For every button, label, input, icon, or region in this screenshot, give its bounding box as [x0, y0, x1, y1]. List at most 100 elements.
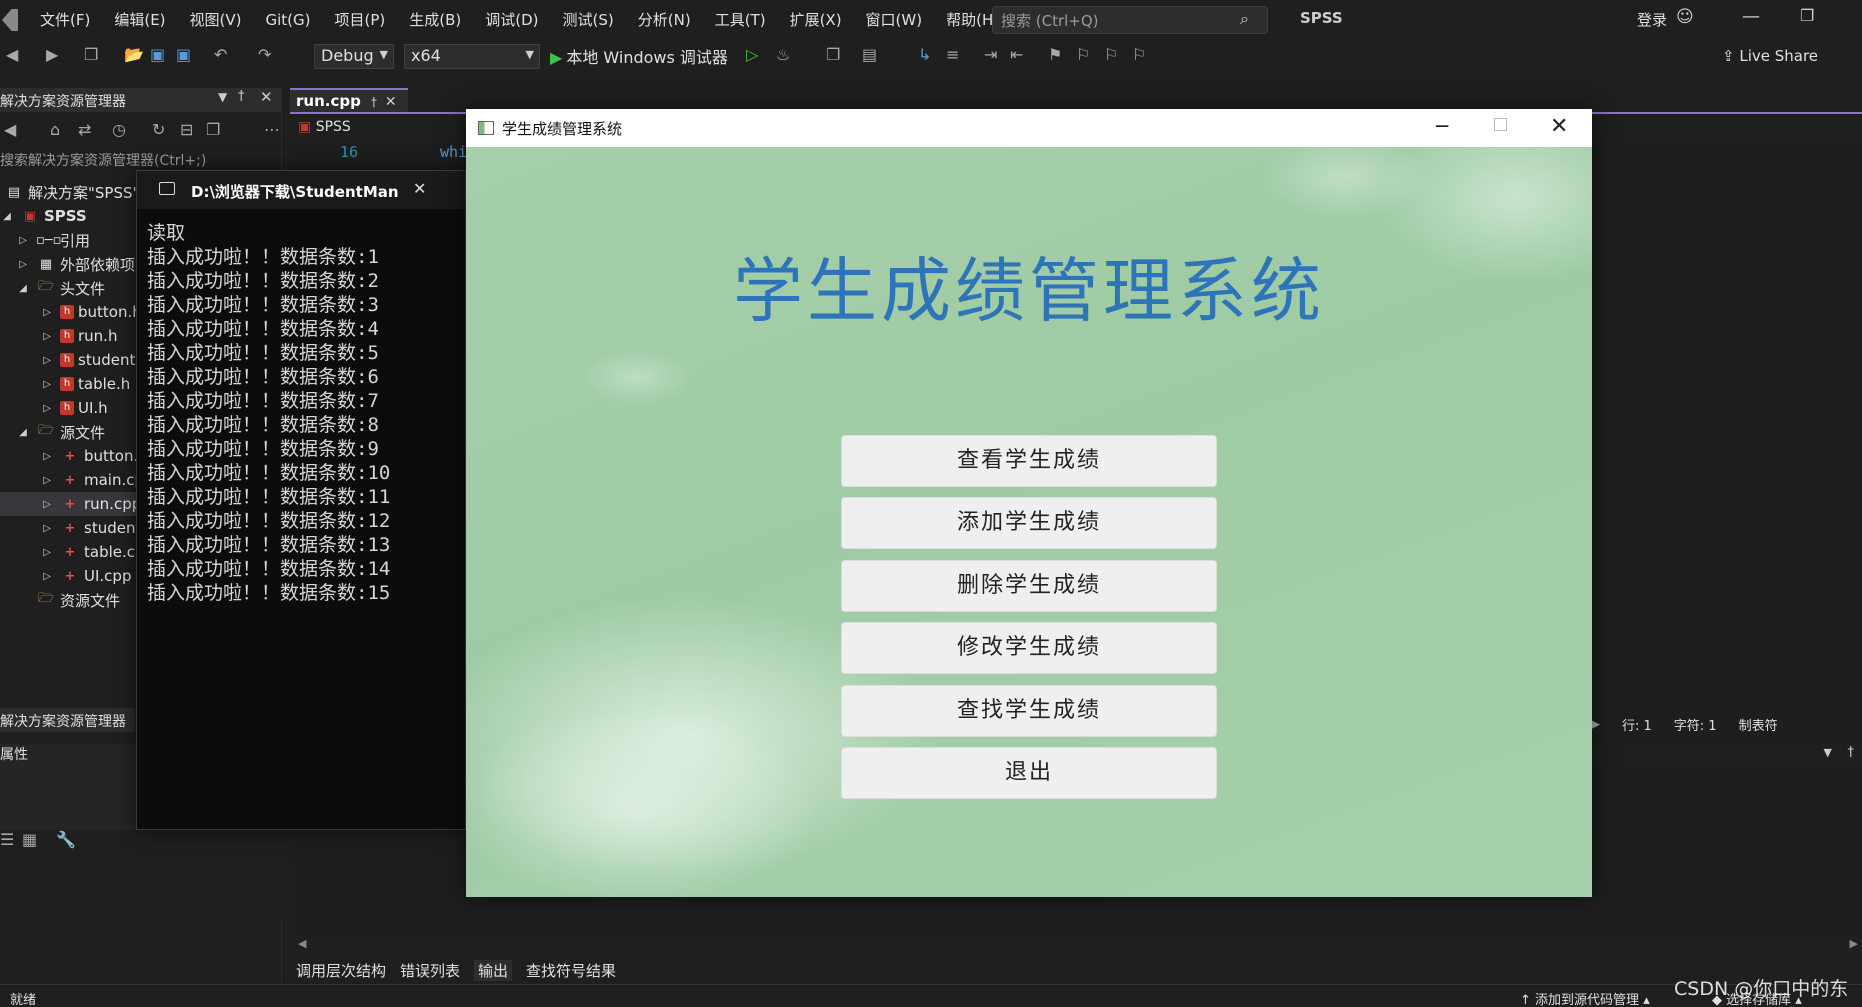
collapsed-arrow-icon[interactable]: ▷	[40, 331, 54, 342]
app-window[interactable]: 学生成绩管理系统 ─ ✕ 学生成绩管理系统 查看学生成绩 添加学生成绩 删除学生…	[466, 109, 1592, 897]
close-icon[interactable]: ✕	[260, 88, 273, 106]
dropdown-icon[interactable]: ▼	[1824, 746, 1832, 759]
tab-indicator[interactable]: 制表符	[1739, 715, 1778, 734]
collapsed-arrow-icon[interactable]: ▷	[40, 499, 54, 510]
prev-bookmark-icon[interactable]: ⚐	[1076, 45, 1090, 64]
tree-resources-folder[interactable]: 🗁 资源文件	[30, 588, 120, 612]
dropdown-icon[interactable]: ▼	[218, 90, 227, 104]
menu-test[interactable]: 测试(S)	[551, 0, 626, 40]
categorized-icon[interactable]: ☰	[0, 830, 14, 849]
undo-icon[interactable]: ↶	[214, 45, 227, 64]
redo-icon[interactable]: ↷	[258, 45, 271, 64]
pin-icon[interactable]: †	[1848, 745, 1855, 760]
pin-icon[interactable]: †	[238, 89, 245, 104]
exit-button[interactable]: 退出	[841, 747, 1217, 799]
console-window[interactable]: D:\浏览器下载\StudentMan ✕ 读取 插入成功啦！！数据条数:1 插入成…	[136, 170, 466, 830]
close-icon[interactable]: ✕	[1550, 114, 1568, 139]
add-to-source-control[interactable]: ↑ 添加到源代码管理 ▴	[1520, 989, 1650, 1007]
tree-sources-folder[interactable]: ◢ 🗁 源文件	[16, 420, 105, 444]
tree-references[interactable]: ▷ ▫─▫ 引用	[16, 228, 90, 252]
tree-project[interactable]: ◢ ▣ SPSS	[0, 204, 87, 228]
collapsed-arrow-icon[interactable]: ▷	[40, 307, 54, 318]
collapsed-arrow-icon[interactable]: ▷	[40, 379, 54, 390]
back-icon[interactable]: ◀	[6, 45, 18, 64]
save-all-icon[interactable]: ▣	[176, 45, 191, 64]
scroll-right-icon[interactable]: ▶	[1850, 937, 1858, 950]
indent-icon[interactable]: ⇥	[984, 45, 997, 64]
alphabetical-icon[interactable]: ▦	[22, 830, 37, 849]
live-share-button[interactable]: ⇪ Live Share	[1722, 47, 1818, 65]
tree-file[interactable]: ▷ h student.h	[40, 348, 149, 372]
maximize-icon[interactable]	[1494, 118, 1507, 131]
forward-icon[interactable]: ▶	[46, 45, 58, 64]
pin-icon[interactable]: †	[371, 95, 377, 109]
browse-icon[interactable]: ❐	[826, 45, 840, 64]
delete-score-button[interactable]: 删除学生成绩	[841, 560, 1217, 612]
tree-solution[interactable]: ▤ 解决方案"SPSS"	[0, 180, 140, 204]
account-icon[interactable]: ☺	[1676, 7, 1694, 27]
collapsed-arrow-icon[interactable]: ▷	[40, 355, 54, 366]
menu-analyze[interactable]: 分析(N)	[626, 0, 703, 40]
collapsed-arrow-icon[interactable]: ▷	[40, 451, 54, 462]
tab-find-symbol[interactable]: 查找符号结果	[526, 960, 616, 981]
expanded-arrow-icon[interactable]: ◢	[16, 283, 30, 294]
menu-project[interactable]: 项目(P)	[323, 0, 398, 40]
app-titlebar[interactable]: 学生成绩管理系统 ─ ✕	[466, 109, 1592, 147]
collapsed-arrow-icon[interactable]: ▷	[16, 235, 30, 246]
bookmark-icon[interactable]: ⚑	[1048, 45, 1062, 64]
collapsed-arrow-icon[interactable]: ▷	[40, 547, 54, 558]
tree-file[interactable]: ▷ h table.h	[40, 372, 130, 396]
home-icon[interactable]: ⌂	[50, 120, 60, 139]
next-bookmark-icon[interactable]: ⚐	[1104, 45, 1118, 64]
more-icon[interactable]: ⋯	[264, 120, 280, 139]
clear-bookmark-icon[interactable]: ⚐	[1132, 45, 1146, 64]
save-icon[interactable]: ▣	[150, 45, 165, 64]
tab-call-hierarchy[interactable]: 调用层次结构	[296, 960, 386, 981]
tab-error-list[interactable]: 错误列表	[400, 960, 460, 981]
platform-select[interactable]: x64 ▼	[404, 44, 540, 69]
menu-view[interactable]: 视图(V)	[178, 0, 254, 40]
solution-search-input[interactable]: 搜索解决方案资源管理器(Ctrl+;)	[0, 150, 270, 172]
tab-output[interactable]: 输出	[474, 959, 513, 981]
open-folder-icon[interactable]: 📂	[124, 45, 144, 64]
hot-reload-icon[interactable]: ♨	[776, 45, 790, 64]
tab-run-cpp[interactable]: run.cpp † ✕	[290, 88, 408, 113]
collapsed-arrow-icon[interactable]: ▷	[16, 259, 30, 270]
switch-views-icon[interactable]: ⇄	[78, 120, 91, 139]
step-over-icon[interactable]: ≡	[946, 45, 959, 64]
tree-headers-folder[interactable]: ◢ 🗁 头文件	[16, 276, 105, 300]
configuration-select[interactable]: Debug ▼	[314, 44, 394, 69]
refresh-icon[interactable]: ↻	[152, 120, 165, 139]
close-icon[interactable]: ✕	[413, 179, 426, 198]
collapse-all-icon[interactable]: ⊟	[180, 120, 193, 139]
collapsed-arrow-icon[interactable]: ▷	[40, 475, 54, 486]
minimize-icon[interactable]: —	[1742, 6, 1760, 27]
back-icon[interactable]: ◀	[4, 120, 16, 139]
step-icon[interactable]: ↳	[918, 45, 931, 64]
view-scores-button[interactable]: 查看学生成绩	[841, 435, 1217, 487]
login-link[interactable]: 登录	[1637, 9, 1667, 30]
char-indicator[interactable]: 字符: 1	[1674, 715, 1717, 734]
search-icon[interactable]: ⌕	[1240, 9, 1249, 29]
tree-file[interactable]: ▷ h button.h	[40, 300, 142, 324]
menu-build[interactable]: 生成(B)	[397, 0, 473, 40]
line-indicator[interactable]: 行: 1	[1622, 715, 1652, 734]
scroll-left-icon[interactable]: ◀	[298, 937, 306, 950]
find-score-button[interactable]: 查找学生成绩	[841, 685, 1217, 737]
show-all-files-icon[interactable]: ❐	[206, 120, 220, 139]
layout-icon[interactable]: ▤	[862, 45, 877, 64]
minimize-icon[interactable]: ─	[1436, 114, 1448, 138]
menu-debug[interactable]: 调试(D)	[473, 0, 550, 40]
menu-window[interactable]: 窗口(W)	[854, 0, 935, 40]
start-debugging-button[interactable]: ▶ 本地 Windows 调试器	[550, 44, 728, 68]
menu-git[interactable]: Git(G)	[254, 0, 323, 40]
add-score-button[interactable]: 添加学生成绩	[841, 497, 1217, 549]
expanded-arrow-icon[interactable]: ◢	[0, 211, 14, 222]
restore-icon[interactable]: ❐	[1800, 6, 1814, 25]
horizontal-scrollbar[interactable]: ◀ ▶	[290, 936, 1862, 954]
menu-tools[interactable]: 工具(T)	[703, 0, 778, 40]
tab-solution-explorer[interactable]: 解决方案资源管理器	[0, 708, 135, 732]
menu-edit[interactable]: 编辑(E)	[102, 0, 177, 40]
search-input[interactable]: 搜索 (Ctrl+Q)	[992, 6, 1268, 34]
tree-external[interactable]: ▷ ▦ 外部依赖项	[16, 252, 135, 276]
